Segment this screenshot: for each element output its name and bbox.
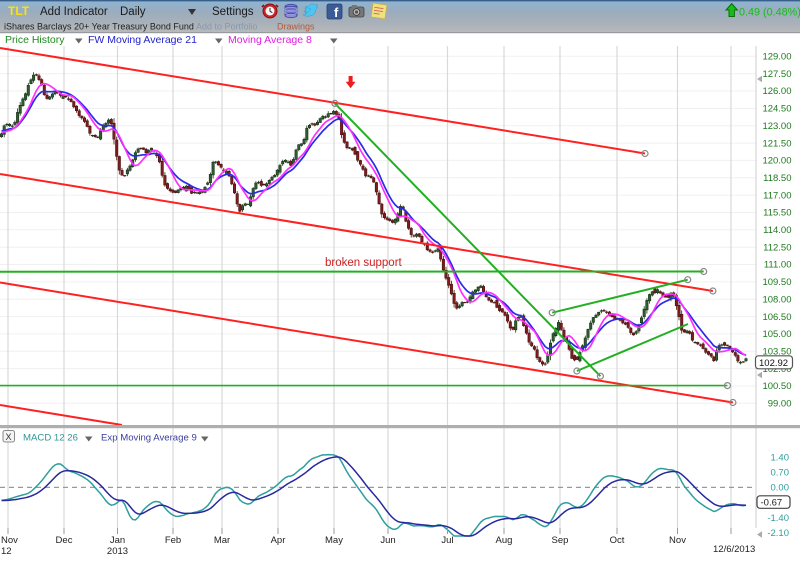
svg-text:broken support: broken support (325, 257, 403, 269)
svg-text:X: X (6, 432, 12, 442)
svg-text:115.50: 115.50 (763, 208, 791, 219)
svg-text:0.70: 0.70 (771, 468, 790, 479)
svg-text:123.00: 123.00 (762, 121, 791, 132)
svg-text:Mar: Mar (214, 535, 230, 546)
svg-text:FW Moving Average 21: FW Moving Average 21 (88, 34, 197, 46)
svg-text:114.00: 114.00 (763, 225, 791, 236)
svg-text:Add Indicator: Add Indicator (40, 6, 108, 18)
svg-text:108.00: 108.00 (762, 294, 791, 305)
svg-text:0.49 (0.48%): 0.49 (0.48%) (739, 7, 800, 19)
svg-text:102.92: 102.92 (759, 358, 788, 369)
svg-text:109.50: 109.50 (762, 277, 791, 288)
svg-text:-0.67: -0.67 (761, 498, 783, 509)
svg-text:Daily: Daily (120, 6, 146, 18)
svg-text:1.40: 1.40 (771, 452, 790, 463)
svg-text:Oct: Oct (610, 535, 625, 546)
svg-text:127.50: 127.50 (762, 69, 791, 80)
svg-text:Nov: Nov (1, 535, 18, 546)
svg-text:99.00: 99.00 (768, 399, 792, 410)
svg-text:Price History: Price History (5, 34, 65, 46)
svg-text:Drawings: Drawings (277, 22, 315, 32)
svg-text:Feb: Feb (165, 535, 181, 546)
svg-text:Add to Portfolio: Add to Portfolio (196, 22, 258, 32)
svg-text:Moving Average 8: Moving Average 8 (228, 34, 312, 46)
svg-text:106.50: 106.50 (762, 312, 791, 323)
svg-text:120.00: 120.00 (762, 156, 791, 167)
svg-text:Jul: Jul (441, 535, 453, 546)
svg-text:129.00: 129.00 (762, 52, 791, 63)
svg-text:126.00: 126.00 (762, 86, 791, 97)
svg-text:2013: 2013 (107, 546, 128, 557)
svg-text:105.00: 105.00 (762, 329, 791, 340)
svg-text:117.00: 117.00 (763, 190, 791, 201)
svg-text:112.50: 112.50 (763, 242, 791, 253)
svg-text:-2.10: -2.10 (767, 528, 789, 539)
svg-text:111.00: 111.00 (764, 260, 792, 271)
svg-text:Jan: Jan (110, 535, 125, 546)
svg-text:Jun: Jun (380, 535, 395, 546)
svg-text:Settings: Settings (212, 6, 254, 18)
svg-text:May: May (325, 535, 343, 546)
svg-text:Sep: Sep (552, 535, 569, 546)
svg-text:124.50: 124.50 (762, 104, 791, 115)
svg-text:0.00: 0.00 (771, 483, 790, 494)
svg-text:118.50: 118.50 (763, 173, 791, 184)
svg-text:12: 12 (1, 546, 12, 557)
svg-text:100.50: 100.50 (762, 381, 791, 392)
svg-text:MACD 12 26: MACD 12 26 (23, 433, 78, 444)
svg-text:Apr: Apr (271, 535, 286, 546)
svg-text:f: f (334, 5, 339, 20)
svg-text:121.50: 121.50 (762, 138, 791, 149)
svg-text:Aug: Aug (496, 535, 513, 546)
svg-text:Dec: Dec (56, 535, 73, 546)
svg-text:TLT: TLT (8, 4, 30, 18)
svg-text:Exp Moving Average 9: Exp Moving Average 9 (101, 433, 197, 444)
svg-text:12/6/2013: 12/6/2013 (713, 544, 755, 555)
svg-text:-1.40: -1.40 (767, 513, 789, 524)
svg-text:iShares Barclays 20+ Year Trea: iShares Barclays 20+ Year Treasury Bond … (4, 22, 194, 32)
svg-text:Nov: Nov (669, 535, 686, 546)
